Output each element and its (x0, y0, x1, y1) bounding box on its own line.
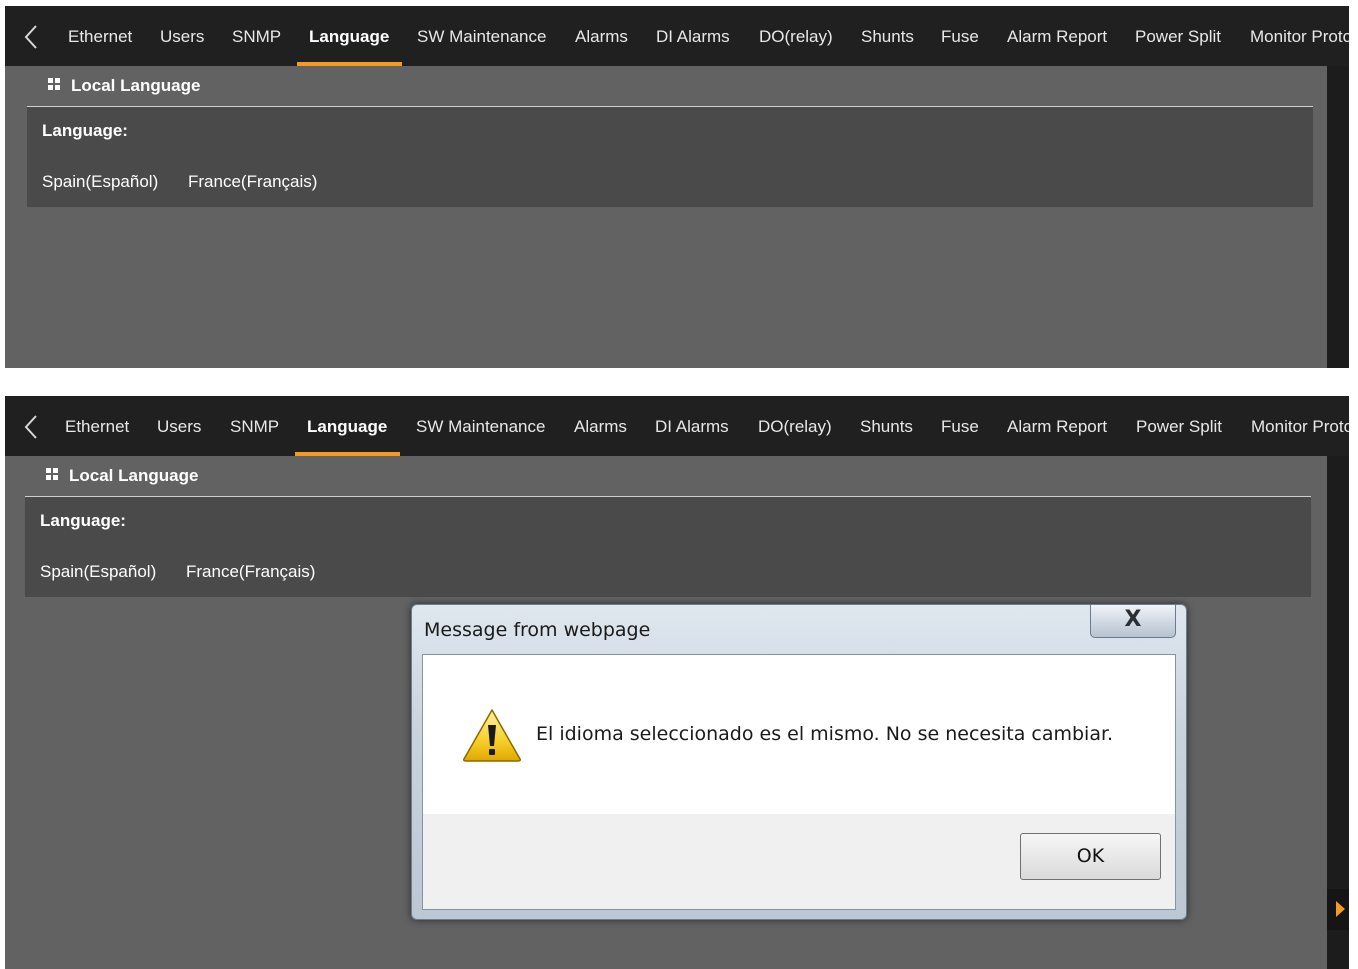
language-option-spain[interactable]: Spain(Español) (40, 562, 156, 582)
section-title: Local Language (71, 76, 201, 95)
language-box: Language: Spain(Español) France(Français… (25, 497, 1311, 597)
section-header: Local Language (27, 66, 1313, 107)
tab-monitor-protocol[interactable]: Monitor Protocol (1251, 396, 1349, 456)
language-box: Language: Spain(Español) France(Français… (27, 107, 1313, 207)
language-option-france[interactable]: France(Français) (188, 172, 317, 192)
warning-icon (461, 707, 523, 763)
play-arrow-icon (1336, 901, 1345, 917)
tab-ethernet[interactable]: Ethernet (68, 6, 132, 66)
right-scroll-strip[interactable] (1327, 66, 1349, 368)
section-header: Local Language (25, 456, 1311, 497)
tab-alarm-report[interactable]: Alarm Report (1007, 396, 1107, 456)
language-label: Language: (42, 121, 128, 140)
tab-shunts[interactable]: Shunts (861, 6, 914, 66)
language-label: Language: (40, 511, 126, 530)
tab-sw-maintenance[interactable]: SW Maintenance (417, 6, 546, 66)
grid-icon (46, 468, 58, 480)
tab-alarms[interactable]: Alarms (574, 396, 627, 456)
tab-sw-maintenance[interactable]: SW Maintenance (416, 396, 545, 456)
tab-di-alarms[interactable]: DI Alarms (656, 6, 730, 66)
tab-bar: Ethernet Users SNMP Language SW Maintena… (5, 6, 1349, 66)
tab-users[interactable]: Users (157, 396, 201, 456)
grid-icon (48, 78, 60, 90)
tab-shunts[interactable]: Shunts (860, 396, 913, 456)
message-dialog: Message from webpage X El idioma selecci… (411, 604, 1187, 920)
ok-button[interactable]: OK (1020, 833, 1161, 880)
back-arrow-icon[interactable] (17, 22, 47, 52)
section-title: Local Language (69, 466, 199, 485)
dialog-close-button[interactable]: X (1090, 605, 1176, 638)
tab-monitor-protocol[interactable]: Monitor Protocol (1250, 6, 1349, 66)
tab-language[interactable]: Language (309, 6, 389, 66)
tab-power-split[interactable]: Power Split (1136, 396, 1222, 456)
tab-di-alarms[interactable]: DI Alarms (655, 396, 729, 456)
tab-language[interactable]: Language (307, 396, 387, 456)
tab-do-relay[interactable]: DO(relay) (758, 396, 832, 456)
tab-ethernet[interactable]: Ethernet (65, 396, 129, 456)
tab-alarms[interactable]: Alarms (575, 6, 628, 66)
settings-panel-before: Ethernet Users SNMP Language SW Maintena… (5, 6, 1349, 368)
expand-panel-handle[interactable] (1327, 889, 1349, 930)
tab-bar: Ethernet Users SNMP Language SW Maintena… (5, 396, 1349, 456)
tab-power-split[interactable]: Power Split (1135, 6, 1221, 66)
back-arrow-icon[interactable] (17, 412, 47, 442)
dialog-message: El idioma seleccionado es el mismo. No s… (536, 723, 1114, 745)
dialog-title: Message from webpage (424, 619, 651, 641)
tab-snmp[interactable]: SNMP (232, 6, 281, 66)
tab-do-relay[interactable]: DO(relay) (759, 6, 833, 66)
language-option-france[interactable]: France(Français) (186, 562, 315, 582)
dialog-body: El idioma seleccionado es el mismo. No s… (422, 654, 1176, 910)
tab-fuse[interactable]: Fuse (941, 396, 979, 456)
tab-fuse[interactable]: Fuse (941, 6, 979, 66)
tab-users[interactable]: Users (160, 6, 204, 66)
language-option-spain[interactable]: Spain(Español) (42, 172, 158, 192)
tab-alarm-report[interactable]: Alarm Report (1007, 6, 1107, 66)
tab-snmp[interactable]: SNMP (230, 396, 279, 456)
close-icon: X (1124, 607, 1142, 632)
